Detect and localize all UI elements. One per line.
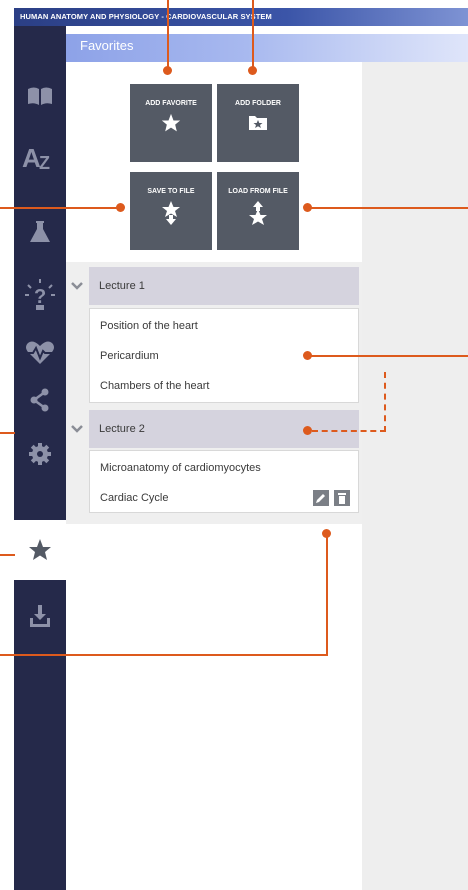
star-up-arrow-icon [249, 201, 267, 225]
app-title-bar: HUMAN ANATOMY AND PHYSIOLOGY - CARDIOVAS… [14, 8, 468, 26]
download-icon [30, 605, 50, 627]
add-folder-button[interactable]: ADD FOLDER [217, 84, 299, 162]
callout-line [0, 432, 15, 434]
lightbulb-question-icon: ? [25, 279, 55, 310]
load-from-file-button[interactable]: LOAD FROM FILE [217, 172, 299, 250]
callout-dot [322, 529, 331, 538]
svg-text:Z: Z [39, 153, 50, 171]
callout-line [252, 0, 254, 71]
callout-dashed-line [312, 430, 386, 432]
sidebar: A Z ? [14, 26, 66, 890]
heartbeat-icon [23, 341, 57, 364]
sidebar-item-favorites[interactable] [14, 520, 66, 580]
callout-line [0, 654, 328, 656]
callout-dot [248, 66, 257, 75]
az-icon: A Z [22, 143, 50, 171]
callout-line [307, 207, 468, 209]
callout-dot [163, 66, 172, 75]
sidebar-item-book[interactable] [14, 66, 66, 126]
list-item[interactable]: Microanatomy of cardiomyocytes [90, 453, 358, 483]
flask-icon [30, 221, 50, 242]
sidebar-item-lab[interactable] [14, 202, 66, 262]
save-to-file-label: SAVE TO FILE [147, 188, 195, 195]
app-title: HUMAN ANATOMY AND PHYSIOLOGY - CARDIOVAS… [20, 12, 272, 21]
add-folder-label: ADD FOLDER [235, 100, 281, 107]
chevron-down-icon[interactable] [70, 422, 84, 436]
star-icon [29, 539, 51, 560]
content-area [362, 62, 468, 890]
pencil-icon [316, 494, 325, 503]
folder-title: Lecture 2 [99, 423, 145, 435]
callout-dot [303, 426, 312, 435]
callout-line [0, 554, 15, 556]
sidebar-item-settings[interactable] [14, 424, 66, 484]
callout-line [167, 0, 169, 71]
sidebar-item-glossary[interactable]: A Z [14, 127, 66, 187]
sidebar-item-download[interactable] [14, 586, 66, 646]
svg-text:?: ? [34, 286, 46, 308]
folder-header[interactable]: Lecture 1 [71, 267, 359, 305]
callout-dashed-line [384, 372, 386, 432]
item-actions [313, 490, 350, 506]
delete-button[interactable] [334, 490, 350, 506]
book-icon [28, 87, 52, 105]
panel-title: Favorites [80, 38, 134, 53]
sidebar-item-quiz[interactable]: ? [14, 265, 66, 325]
gear-icon [29, 443, 51, 465]
trash-icon [338, 493, 346, 504]
edit-button[interactable] [313, 490, 329, 506]
load-from-file-label: LOAD FROM FILE [228, 188, 288, 195]
folder-items: Microanatomy of cardiomyocytes Cardiac C… [89, 450, 359, 513]
folder-header[interactable]: Lecture 2 [71, 410, 359, 448]
list-item[interactable]: Position of the heart [90, 311, 358, 341]
add-favorite-button[interactable]: ADD FAVORITE [130, 84, 212, 162]
callout-dot [303, 351, 312, 360]
add-favorite-label: ADD FAVORITE [145, 100, 197, 107]
list-item[interactable]: Cardiac Cycle [90, 483, 358, 513]
panel-header: Favorites [66, 34, 468, 62]
star-down-arrow-icon [162, 201, 180, 225]
folder-title: Lecture 1 [99, 280, 145, 292]
chevron-down-icon[interactable] [70, 279, 84, 293]
callout-line [326, 533, 328, 656]
callout-dot [116, 203, 125, 212]
sidebar-item-share[interactable] [14, 370, 66, 430]
list-item[interactable]: Chambers of the heart [90, 371, 358, 401]
callout-dot [303, 203, 312, 212]
save-to-file-button[interactable]: SAVE TO FILE [130, 172, 212, 250]
callout-line [307, 355, 468, 357]
share-icon [30, 388, 49, 412]
callout-line [0, 207, 121, 209]
star-icon [161, 113, 181, 132]
folder-star-icon [249, 116, 267, 130]
